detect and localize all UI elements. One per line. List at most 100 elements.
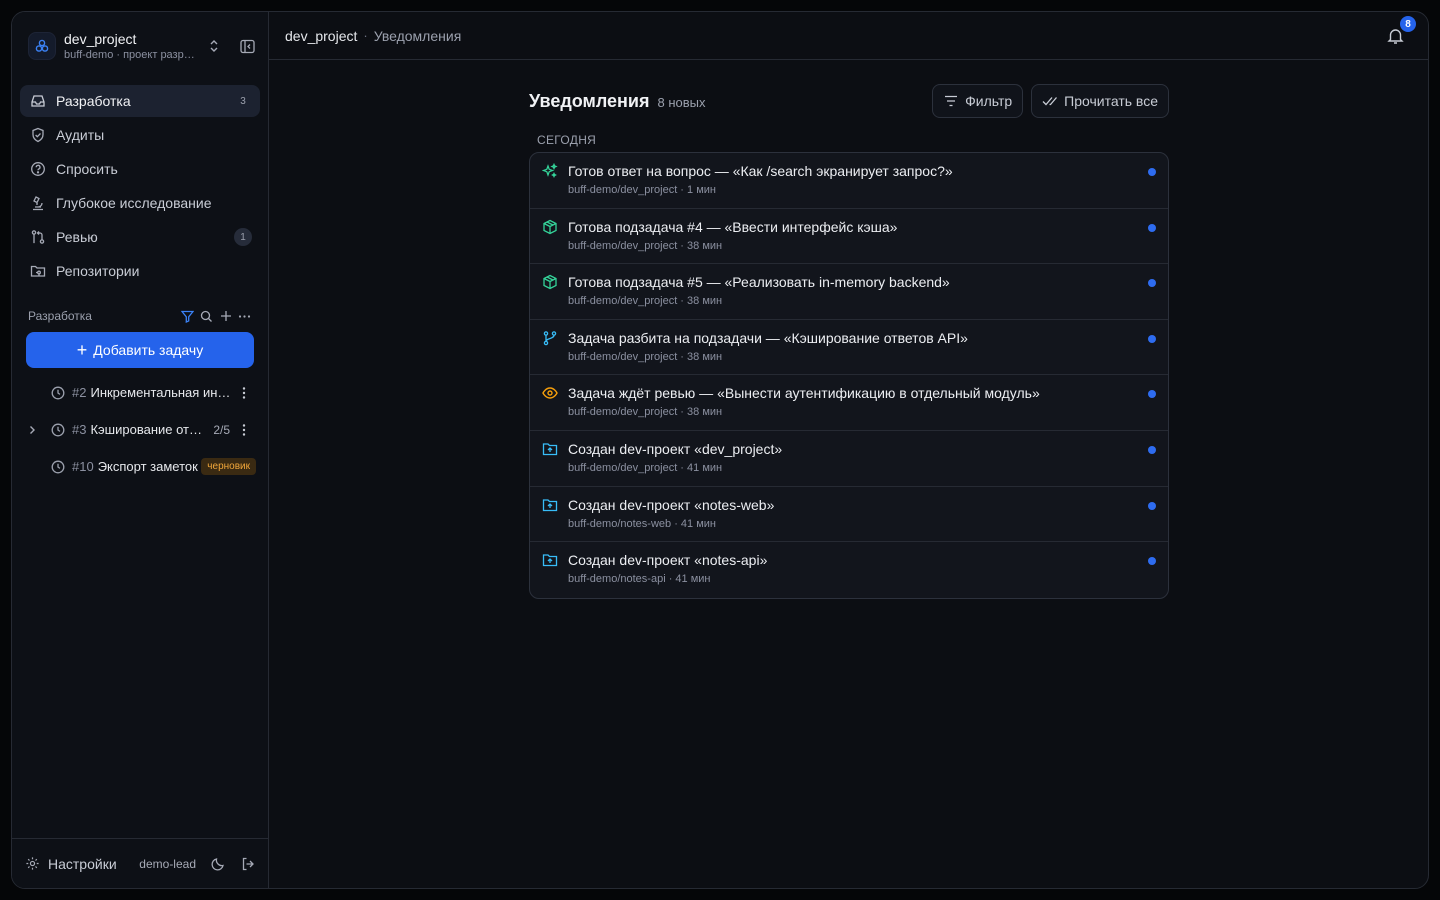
inbox-icon	[28, 91, 48, 111]
clock-icon	[50, 385, 66, 401]
sidebar: dev_project buff-demo · проект разработк…	[12, 12, 269, 888]
section-header: Разработка	[28, 306, 254, 326]
notification-item[interactable]: Создан dev-проект «notes-web» buff-demo/…	[530, 487, 1168, 543]
unread-dot	[1148, 334, 1156, 343]
folder-plus-icon	[542, 552, 558, 568]
filter-icon[interactable]	[178, 308, 197, 324]
notification-title: Готова подзадача #5 — «Реализовать in-me…	[568, 274, 950, 291]
nav-item-repositories[interactable]: Репозитории	[20, 255, 260, 287]
task-title: Кэширование ответов API	[90, 422, 208, 437]
user-name: demo-lead	[139, 856, 196, 871]
unread-dot	[1148, 168, 1156, 176]
more-vertical-icon[interactable]	[236, 422, 252, 438]
unread-dot	[1148, 390, 1156, 399]
filter-label: Фильтр	[965, 93, 1013, 109]
unread-count: 8 новых	[657, 95, 706, 110]
topbar: dev_project · Уведомления 8	[269, 12, 1428, 60]
check-check-icon	[1042, 93, 1058, 109]
notification-title: Готова подзадача #4 — «Ввести интерфейс …	[568, 218, 898, 235]
notification-meta: buff-demo/notes-api · 41 мин	[568, 573, 711, 586]
read-all-label: Прочитать все	[1064, 93, 1158, 109]
moon-icon[interactable]	[210, 856, 226, 872]
chevrons-up-down-icon[interactable]	[206, 38, 222, 54]
nav-label: Ревью	[56, 229, 98, 245]
read-all-button[interactable]: Прочитать все	[1031, 84, 1169, 118]
eye-icon	[542, 385, 558, 401]
notification-meta: buff-demo/dev_project · 1 мин	[568, 184, 716, 196]
plus-icon[interactable]	[216, 308, 235, 324]
notifications-panel: Уведомления 8 новых Фильтр Прочитать все…	[529, 84, 1169, 599]
task-item[interactable]: #10 Экспорт заметок черновик	[20, 448, 260, 485]
unread-dot	[1148, 223, 1156, 232]
notification-item[interactable]: Создан dev-проект «notes-api» buff-demo/…	[530, 542, 1168, 598]
nav-item-deep-research[interactable]: Глубокое исследование	[20, 187, 260, 219]
nav-item-development[interactable]: Разработка 3	[20, 85, 260, 117]
notification-title: Создан dev-проект «dev_project»	[568, 440, 783, 457]
breadcrumb-project[interactable]: dev_project	[285, 28, 357, 44]
notification-item[interactable]: Задача разбита на подзадачи — «Кэширован…	[530, 320, 1168, 376]
bell-icon[interactable]	[1386, 27, 1404, 45]
task-number: #3	[72, 422, 87, 437]
nav-count-badge: 3	[240, 95, 246, 107]
package-icon	[542, 274, 558, 290]
nav-label: Спросить	[56, 161, 118, 177]
filter-button[interactable]: Фильтр	[932, 84, 1024, 118]
task-number: #10	[72, 459, 94, 474]
sidebar-collapse-icon[interactable]	[238, 37, 256, 55]
nav-count-badge: 1	[234, 228, 252, 246]
project-switcher[interactable]: dev_project buff-demo · проект разработк…	[28, 28, 256, 64]
notification-meta: buff-demo/dev_project · 38 мин	[568, 239, 723, 252]
notification-meta: buff-demo/notes-web · 41 мин	[568, 517, 716, 530]
add-task-label: Добавить задачу	[93, 342, 204, 358]
nav-item-audits[interactable]: Аудиты	[20, 119, 260, 151]
task-progress: 2/5	[213, 422, 230, 437]
package-icon	[542, 219, 558, 235]
section-title: Разработка	[28, 309, 92, 323]
notification-title: Готов ответ на вопрос — «Как /search экр…	[568, 163, 953, 179]
nav-label: Разработка	[56, 93, 131, 109]
chevron-right-icon[interactable]	[24, 422, 40, 438]
page-title: Уведомления	[529, 90, 650, 111]
project-name: dev_project	[64, 31, 137, 47]
task-title: Экспорт заметок	[97, 459, 198, 474]
more-vertical-icon[interactable]	[236, 385, 252, 401]
task-number: #2	[72, 385, 87, 400]
notification-item[interactable]: Готова подзадача #5 — «Реализовать in-me…	[530, 264, 1168, 320]
clock-icon	[50, 422, 66, 438]
git-compare-icon	[28, 227, 48, 247]
notification-title: Создан dev-проект «notes-api»	[568, 552, 768, 569]
question-circle-icon	[28, 159, 48, 179]
plus-icon: +	[76, 340, 88, 360]
notification-item[interactable]: Задача ждёт ревью — «Вынести аутентифика…	[530, 375, 1168, 431]
breadcrumb-current: Уведомления	[373, 27, 462, 44]
add-task-button[interactable]: + Добавить задачу	[26, 332, 254, 368]
task-title: Инкрементальная индексация	[90, 385, 236, 400]
more-horizontal-icon[interactable]	[235, 308, 254, 324]
logout-icon[interactable]	[240, 856, 256, 872]
nav-item-review[interactable]: Ревью 1	[20, 221, 260, 253]
folder-git-icon	[28, 261, 48, 281]
nav-item-ask[interactable]: Спросить	[20, 153, 260, 185]
sliders-icon	[943, 93, 959, 109]
notification-item[interactable]: Готова подзадача #4 — «Ввести интерфейс …	[530, 209, 1168, 265]
notification-count-badge: 8	[1400, 16, 1416, 32]
clock-icon	[50, 459, 66, 475]
settings-link[interactable]: Настройки	[48, 856, 117, 872]
search-icon[interactable]	[197, 308, 216, 324]
shield-check-icon	[28, 125, 48, 145]
unread-dot	[1148, 445, 1156, 454]
main-nav: Разработка 3 Аудиты Спросить Глубокое ис…	[20, 85, 260, 289]
gear-icon[interactable]	[24, 856, 40, 872]
nav-label: Аудиты	[56, 127, 105, 143]
notification-item[interactable]: Создан dev-проект «dev_project» buff-dem…	[530, 431, 1168, 487]
task-item[interactable]: #3 Кэширование ответов API 2/5	[20, 411, 260, 448]
microscope-icon	[28, 193, 48, 213]
notification-item[interactable]: Готов ответ на вопрос — «Как /search экр…	[530, 153, 1168, 209]
notification-meta: buff-demo/dev_project · 38 мин	[568, 350, 723, 363]
notification-title: Создан dev-проект «notes-web»	[568, 496, 775, 513]
sidebar-footer: Настройки demo-lead	[12, 838, 268, 888]
notification-title: Задача ждёт ревью — «Вынести аутентифика…	[568, 385, 1040, 402]
nav-label: Глубокое исследование	[56, 195, 212, 211]
task-item[interactable]: #2 Инкрементальная индексация	[20, 374, 260, 411]
unread-dot	[1148, 501, 1156, 510]
